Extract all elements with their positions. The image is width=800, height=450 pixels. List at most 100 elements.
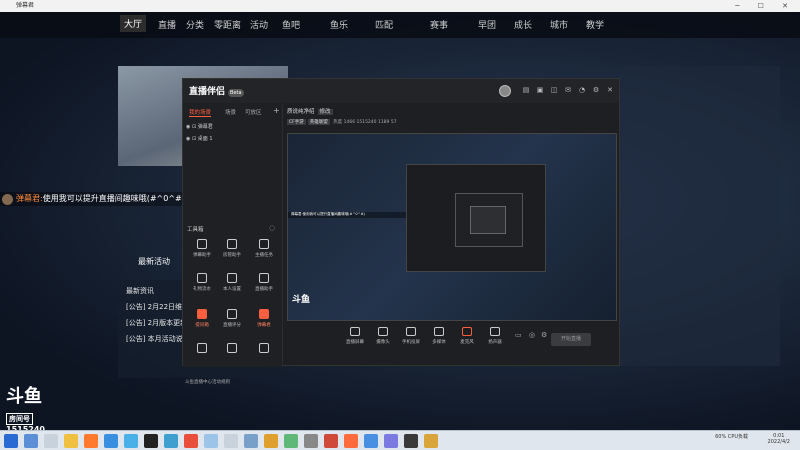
banner-text: 最新活动 <box>138 257 170 266</box>
lock-icon[interactable]: ⊡ <box>192 136 196 142</box>
nav-item[interactable]: 成长 <box>514 18 532 31</box>
taskbar-app[interactable] <box>384 434 398 448</box>
taskbar-app[interactable] <box>264 434 278 448</box>
settings-icon <box>227 273 237 283</box>
scene-name: 桌面 1 <box>197 136 213 142</box>
nav-item[interactable]: 教学 <box>586 18 604 31</box>
camera-button[interactable]: 摄像头 <box>369 327 397 345</box>
taskbar-app[interactable] <box>204 434 218 448</box>
nav-item[interactable]: 早团 <box>478 18 496 31</box>
nav-item[interactable]: 城市 <box>550 18 568 31</box>
edit-title-button[interactable]: 修改 <box>317 109 333 115</box>
lock-icon[interactable]: ⊡ <box>192 124 196 130</box>
nav-item[interactable]: 大厅 <box>120 15 147 32</box>
taskbar-app[interactable] <box>224 434 238 448</box>
shirt-icon[interactable]: ▤ <box>521 85 531 95</box>
stream-meta-row: CF手游 英雄联盟 热度 1466 1515240 1189 57 <box>287 119 397 125</box>
tool-gift-log[interactable]: 礼物流水 <box>187 273 217 299</box>
taskbar-app[interactable] <box>144 434 158 448</box>
outer-window-controls[interactable]: ─ ☐ ✕ <box>735 0 796 12</box>
taskbar-app[interactable] <box>364 434 378 448</box>
taskbar-app[interactable] <box>44 434 58 448</box>
add-scene-icon[interactable]: + <box>273 106 280 115</box>
outer-window-title: 弹幕君 <box>16 2 35 9</box>
tool-download[interactable] <box>249 343 279 369</box>
tool-streamer-task[interactable]: 主播任务 <box>249 239 279 265</box>
user-avatar[interactable] <box>499 85 511 97</box>
start-live-button[interactable]: 开始直播 <box>551 333 591 346</box>
preview-danmaku: 弹幕君:使用我可以提升直播间趣味哦(#^0^#) <box>288 212 408 218</box>
tool-danmaku-helper[interactable]: 弹幕助手 <box>187 239 217 265</box>
toolbox-settings-icon[interactable]: ◌ <box>269 224 275 232</box>
taskbar-app[interactable] <box>344 434 358 448</box>
taskbar-app[interactable] <box>324 434 338 448</box>
preview-douyu-logo: 斗鱼 <box>292 295 311 305</box>
taskbar-app[interactable] <box>164 434 178 448</box>
tool-room-admin[interactable]: 房管助手 <box>217 239 247 265</box>
eye-icon[interactable]: ◉ <box>186 124 190 130</box>
nav-item[interactable]: 直播 <box>158 18 176 31</box>
eye-icon[interactable]: ◉ <box>186 136 190 142</box>
screen-capture-button[interactable]: 直播屏幕 <box>341 327 369 345</box>
nav-item[interactable]: 零距离 <box>214 18 241 31</box>
tool-danmaku-bot[interactable]: 弹幕君 <box>249 309 279 335</box>
taskbar-app[interactable] <box>64 434 78 448</box>
tool-live-rating[interactable]: 直播评分 <box>217 309 247 335</box>
stream-preview[interactable]: 弹幕君:使用我可以提升直播间趣味哦(#^0^#) 斗鱼 <box>287 133 617 321</box>
nav-item[interactable]: 鱼乐 <box>330 18 348 31</box>
media-icon <box>434 327 444 336</box>
tab-my-scenes[interactable]: 我的场景 <box>189 108 212 117</box>
taskbar-app[interactable] <box>184 434 198 448</box>
gear-icon[interactable]: ⚙ <box>541 331 547 339</box>
taskbar-app[interactable] <box>84 434 98 448</box>
cpu-tray[interactable]: 60% CPU负载 <box>715 433 748 440</box>
tool-live-helper[interactable]: 直播助手 <box>249 273 279 299</box>
nav-item[interactable]: 分类 <box>186 18 204 31</box>
tab-scenes[interactable]: 场景 <box>225 108 236 116</box>
stream-stats: 热度 1466 1515240 1189 57 <box>333 120 397 125</box>
nav-item[interactable]: 鱼吧 <box>282 18 300 31</box>
taskbar-app[interactable] <box>404 434 418 448</box>
tool-settings[interactable]: 本人设置 <box>217 273 247 299</box>
tool-live-record[interactable] <box>217 343 247 369</box>
gear-icon[interactable]: ⚙ <box>591 85 601 95</box>
share-icon[interactable]: ◫ <box>549 85 559 95</box>
camera-icon <box>378 327 388 336</box>
close-icon[interactable]: ✕ <box>605 85 615 95</box>
taskbar-app[interactable] <box>244 434 258 448</box>
tool-question-box[interactable]: 提问箱 <box>187 309 217 335</box>
microphone-button[interactable]: 麦克风 <box>453 327 481 345</box>
sidebar-footer-link[interactable]: 斗鱼直播中心活动规则 <box>185 379 230 385</box>
douyu-brand: 斗鱼 <box>6 386 42 407</box>
danmaku-message: 使用我可以提升直播间趣味哦(#^0^#) <box>42 194 185 203</box>
eye-icon[interactable]: ◎ <box>529 331 535 339</box>
taskbar-app[interactable] <box>424 434 438 448</box>
speaker-icon <box>490 327 500 336</box>
room-label: 房间号 <box>6 413 33 425</box>
scene-item[interactable]: ◉ ⊡ 桌面 1 <box>186 133 280 145</box>
bell-icon[interactable]: ◔ <box>577 85 587 95</box>
clock[interactable]: 0:01 2022/4/2 <box>768 433 790 445</box>
taskbar-app[interactable] <box>284 434 298 448</box>
phone-cast-button[interactable]: 手机投屏 <box>397 327 425 345</box>
nav-item[interactable]: 赛事 <box>430 18 448 31</box>
task-icon <box>259 239 269 249</box>
tab-placeable[interactable]: 可放区 <box>245 108 262 116</box>
taskbar-app[interactable] <box>104 434 118 448</box>
category-tag[interactable]: 英雄联盟 <box>307 119 330 125</box>
gift-icon[interactable]: ▣ <box>535 85 545 95</box>
nav-item[interactable]: 活动 <box>250 18 268 31</box>
taskbar-app[interactable] <box>124 434 138 448</box>
nav-item[interactable]: 匹配 <box>375 18 393 31</box>
start-button[interactable] <box>4 434 18 448</box>
record-icon[interactable]: ▭ <box>515 331 522 339</box>
category-tag[interactable]: CF手游 <box>287 119 306 125</box>
media-button[interactable]: 多媒体 <box>425 327 453 345</box>
tool-misc[interactable] <box>187 343 217 369</box>
source-control-bar: 直播屏幕 摄像头 手机投屏 多媒体 麦克风 扬声器 ▭ ◎ ⚙ 开始直播 <box>283 325 619 365</box>
mail-icon[interactable]: ✉ <box>563 85 573 95</box>
taskbar-app[interactable] <box>24 434 38 448</box>
scene-item[interactable]: ◉ ⊡ 弹幕君 <box>186 121 280 133</box>
speaker-button[interactable]: 扬声器 <box>481 327 509 345</box>
taskbar-app[interactable] <box>304 434 318 448</box>
